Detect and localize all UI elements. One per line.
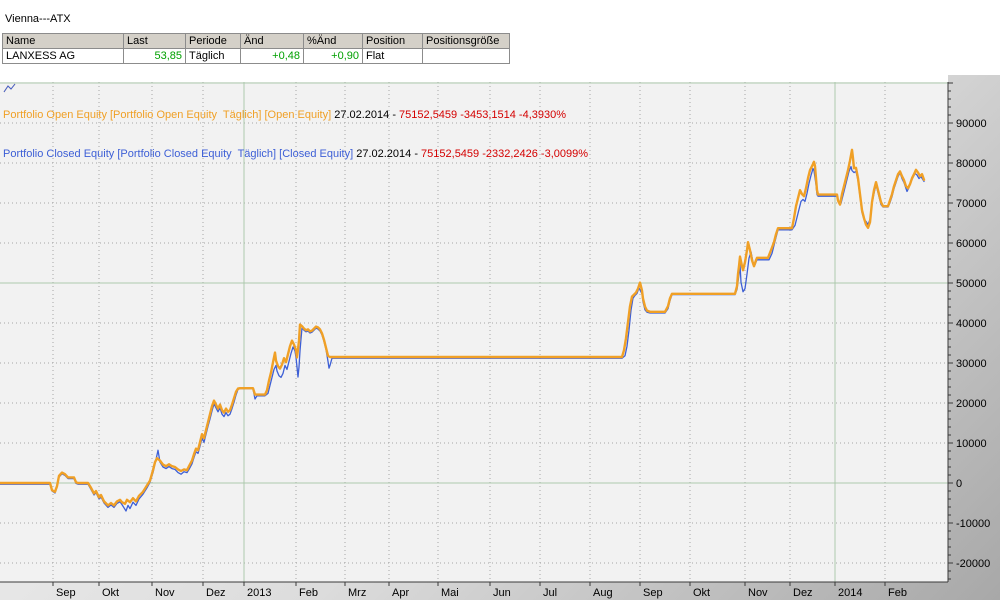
cell-pct-aend: +0,90: [304, 49, 363, 64]
x-axis-label: Jun: [493, 587, 511, 599]
x-axis-label: Okt: [102, 587, 119, 599]
col-header-aend[interactable]: Änd: [241, 34, 304, 49]
cell-name: LANXESS AG: [3, 49, 124, 64]
x-axis-label: 2013: [247, 587, 271, 599]
legend-open-values: 75152,5459 -3453,1514 -4,3930%: [399, 109, 566, 122]
legend-open-date: 27.02.2014 -: [334, 109, 399, 122]
legend-closed-values: 75152,5459 -2332,2426 -3,0099%: [421, 148, 588, 161]
x-axis-label: Dez: [793, 587, 813, 599]
x-axis-label: Dez: [206, 587, 226, 599]
y-axis-label: 40000: [956, 318, 987, 330]
col-header-periode[interactable]: Periode: [186, 34, 241, 49]
y-axis-label: 90000: [956, 118, 987, 130]
x-axis-label: Feb: [888, 587, 907, 599]
x-axis-label: Mrz: [348, 587, 366, 599]
equity-chart-panel[interactable]: 90000 80000 70000 60000 50000 40000 30000 20000…: [0, 75, 1000, 600]
chart-top-gap: [0, 75, 948, 82]
window-title: Vienna---ATX: [5, 13, 71, 25]
x-axis-label: Okt: [693, 587, 710, 599]
x-axis-label: Apr: [392, 587, 409, 599]
y-axis-label: 50000: [956, 278, 987, 290]
x-axis-label: Nov: [748, 587, 768, 599]
x-axis-label: Mai: [441, 587, 459, 599]
x-axis-label: Nov: [155, 587, 175, 599]
legend-closed-equity[interactable]: Portfolio Closed Equity [Portfolio Close…: [3, 148, 588, 161]
x-axis-label: Sep: [56, 587, 76, 599]
x-axis-label: Aug: [593, 587, 613, 599]
x-axis-label: 2014: [838, 587, 862, 599]
quotes-table: Name Last Periode Änd %Änd Position Posi…: [2, 33, 510, 64]
y-axis-label: -20000: [956, 558, 990, 570]
cell-aend: +0,48: [241, 49, 304, 64]
legend-open-label: Portfolio Open Equity [Portfolio Open Eq…: [3, 109, 334, 122]
quote-row-lanxess[interactable]: LANXESS AG 53,85 Täglich +0,48 +0,90 Fla…: [3, 49, 510, 64]
y-axis-label: 30000: [956, 358, 987, 370]
col-header-last[interactable]: Last: [124, 34, 186, 49]
y-axis-label: 80000: [956, 158, 987, 170]
cell-periode: Täglich: [186, 49, 241, 64]
col-header-pct-aend[interactable]: %Änd: [304, 34, 363, 49]
x-axis-label: Jul: [543, 587, 557, 599]
y-axis-label: 70000: [956, 198, 987, 210]
x-axis-label: Sep: [643, 587, 663, 599]
closed-equity-line-icon: [3, 83, 16, 94]
cell-position: Flat: [363, 49, 423, 64]
legend-open-equity[interactable]: Portfolio Open Equity [Portfolio Open Eq…: [3, 109, 588, 122]
chart-legend: Portfolio Open Equity [Portfolio Open Eq…: [3, 83, 588, 187]
col-header-positionsgroesse[interactable]: Positionsgröße: [423, 34, 510, 49]
col-header-position[interactable]: Position: [363, 34, 423, 49]
y-axis-label: 10000: [956, 438, 987, 450]
cell-positionsgroesse: [423, 49, 510, 64]
y-axis-label: 20000: [956, 398, 987, 410]
legend-closed-date: 27.02.2014 -: [356, 148, 421, 161]
legend-closed-label: Portfolio Closed Equity [Portfolio Close…: [3, 148, 356, 161]
quotes-header-row: Name Last Periode Änd %Änd Position Posi…: [3, 34, 510, 49]
cell-last: 53,85: [124, 49, 186, 64]
y-axis-label: 60000: [956, 238, 987, 250]
col-header-name[interactable]: Name: [3, 34, 124, 49]
x-axis-label: Feb: [299, 587, 318, 599]
y-axis-label: 0: [956, 478, 962, 490]
y-axis-label: -10000: [956, 518, 990, 530]
